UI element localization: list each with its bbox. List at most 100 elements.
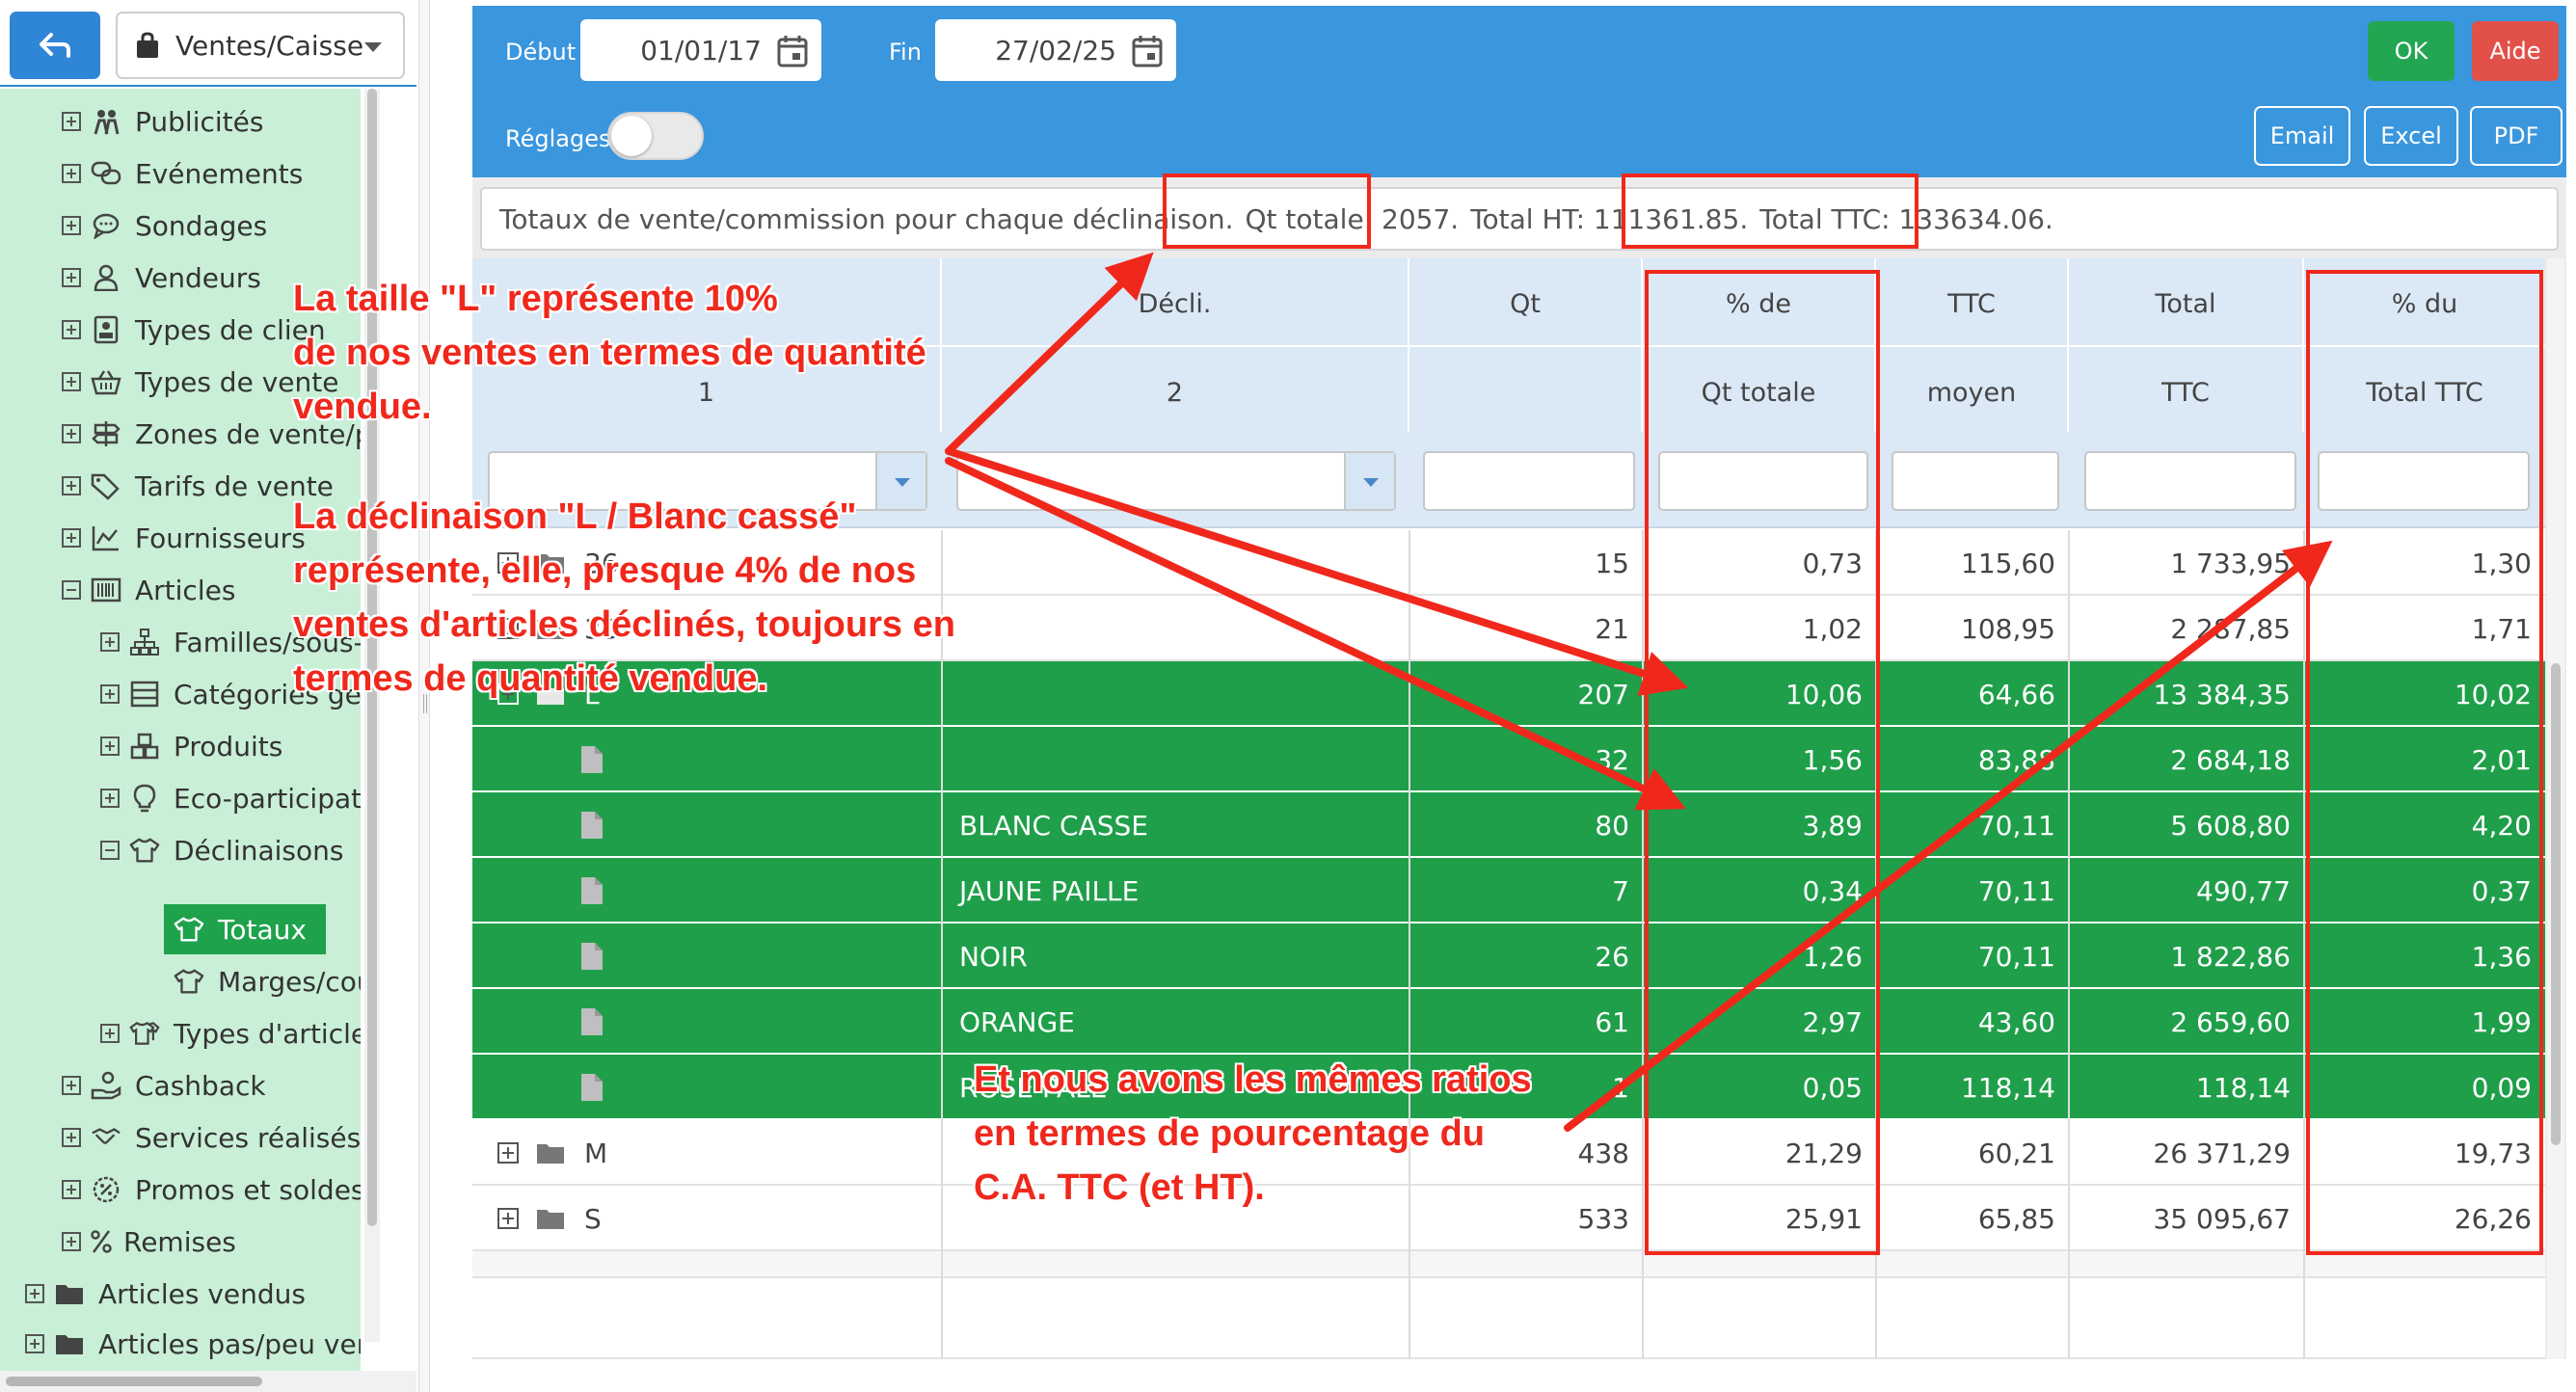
- tree-item-declinaisons[interactable]: Déclinaisons: [100, 825, 343, 875]
- calendar-icon[interactable]: [777, 35, 808, 67]
- tree-item-cashback[interactable]: Cashback: [62, 1060, 266, 1111]
- filter-input-qt[interactable]: [1423, 451, 1635, 511]
- expand-icon[interactable]: [100, 684, 120, 704]
- tree-item-publicites[interactable]: Publicités: [62, 96, 263, 147]
- shopping-bag-icon: [137, 32, 158, 58]
- filter-input-total-ttc[interactable]: [2084, 451, 2296, 511]
- tree-item-remises[interactable]: Remises: [62, 1217, 236, 1267]
- fin-date-input[interactable]: 27/02/25: [935, 19, 1176, 81]
- debut-date-value: 01/01/17: [640, 34, 762, 67]
- tree-item-types-de-client[interactable]: Types de clien: [62, 305, 326, 355]
- expand-icon[interactable]: [100, 1024, 120, 1043]
- tree-item-services-realises[interactable]: Services réalisés: [62, 1112, 361, 1163]
- expand-icon[interactable]: [497, 1142, 519, 1164]
- tree-item-articles-vendus[interactable]: Articles vendus: [25, 1269, 306, 1319]
- column-header-total-ttc[interactable]: Total TTC: [2069, 258, 2304, 432]
- table-row[interactable]: 32 1,56 83,88 2 684,18 2,01: [472, 727, 2545, 792]
- bulb-icon: [129, 783, 160, 814]
- collapse-icon[interactable]: [100, 841, 120, 860]
- tree-item-articles-pas-peu-vendus[interactable]: Articles pas/peu vendu: [25, 1319, 361, 1369]
- scrollbar-thumb[interactable]: [2551, 663, 2561, 1145]
- module-select[interactable]: Ventes/Caisse: [116, 12, 405, 79]
- expand-icon[interactable]: [25, 1334, 44, 1353]
- calendar-icon[interactable]: [1132, 35, 1163, 67]
- expand-icon[interactable]: [62, 216, 81, 235]
- table-row[interactable]: JAUNE PAILLE 7 0,34 70,11 490,77 0,37: [472, 858, 2545, 924]
- expand-icon[interactable]: [100, 736, 120, 756]
- tree-item-label: Sondages: [135, 209, 268, 242]
- filter-input-ttc-moyen[interactable]: [1892, 451, 2059, 511]
- cell-text: M: [584, 1137, 608, 1169]
- pdf-button[interactable]: PDF: [2470, 106, 2563, 166]
- reglages-toggle[interactable]: [607, 112, 704, 160]
- tree-item-sondages[interactable]: Sondages: [62, 201, 267, 251]
- back-button[interactable]: [10, 12, 100, 79]
- expand-icon[interactable]: [62, 528, 81, 548]
- expand-icon[interactable]: [62, 268, 81, 287]
- cell-col1: S: [472, 1186, 942, 1251]
- tree-item-label: Marges/coû: [218, 965, 361, 998]
- tree-item-marges[interactable]: Marges/coû: [174, 956, 361, 1006]
- expand-icon[interactable]: [100, 789, 120, 808]
- expand-icon[interactable]: [62, 476, 81, 495]
- chat-bubbles-icon: [91, 158, 121, 189]
- aide-button[interactable]: Aide: [2472, 21, 2559, 81]
- debut-date-input[interactable]: 01/01/17: [580, 19, 821, 81]
- people-icon: [91, 106, 121, 137]
- column-header-qt[interactable]: Qt: [1409, 258, 1643, 432]
- expand-icon[interactable]: [62, 1232, 81, 1251]
- grid-vertical-scrollbar[interactable]: [2547, 258, 2564, 1359]
- excel-button[interactable]: Excel: [2364, 106, 2458, 166]
- signpost-icon: [91, 418, 121, 449]
- email-button[interactable]: Email: [2254, 106, 2350, 166]
- cell-decli: BLANC CASSE: [959, 809, 1148, 842]
- tree-item-produits[interactable]: Produits: [100, 721, 282, 771]
- toggle-knob: [611, 116, 652, 156]
- table-row[interactable]: ORANGE 61 2,97 43,60 2 659,60 1,99: [472, 989, 2545, 1055]
- file-icon: [581, 812, 603, 839]
- expand-icon[interactable]: [497, 1208, 519, 1229]
- tree-item-vendeurs[interactable]: Vendeurs: [62, 253, 261, 303]
- tree-item-articles[interactable]: Articles: [62, 565, 235, 615]
- collapse-icon[interactable]: [62, 580, 81, 600]
- table-row[interactable]: NOIR 26 1,26 70,11 1 822,86 1,36: [472, 924, 2545, 989]
- column-header-decli[interactable]: Décli. 2: [942, 258, 1409, 432]
- cell-col1: [472, 792, 942, 858]
- tree-item-evenements[interactable]: Evénements: [62, 148, 303, 199]
- toolbar: Début 01/01/17 Fin 27/02/25 OK Aide Régl…: [472, 6, 2566, 177]
- expand-icon[interactable]: [25, 1284, 44, 1303]
- expand-icon[interactable]: [62, 1128, 81, 1147]
- chat-bubble-icon: [91, 210, 121, 241]
- column-header-ttc-moyen[interactable]: TTC moyen: [1876, 258, 2069, 432]
- filter-select-decli[interactable]: [956, 451, 1396, 511]
- expand-icon[interactable]: [62, 424, 81, 443]
- cell-ttc-moyen: 70,11: [1977, 809, 2055, 842]
- scrollbar-thumb[interactable]: [6, 1377, 262, 1386]
- tree-item-types-d-article[interactable]: Types d'article: [100, 1008, 361, 1058]
- tree-item-label: Cashback: [135, 1069, 266, 1102]
- tree-item-label: Déclinaisons: [174, 834, 344, 867]
- expand-icon[interactable]: [62, 372, 81, 391]
- tree-item-promos-et-soldes[interactable]: Promos et soldes: [62, 1164, 361, 1215]
- annotation-line: en termes de pourcentage du: [974, 1113, 1486, 1154]
- tree-item-totaux[interactable]: Totaux: [164, 904, 326, 954]
- grid-spacer: [472, 1251, 2545, 1278]
- tree-item-fournisseurs[interactable]: Fournisseurs: [62, 513, 306, 563]
- tree-item-eco-participation[interactable]: Eco-participatic: [100, 773, 361, 823]
- cell-total-ttc: 118,14: [2196, 1071, 2291, 1104]
- expand-icon[interactable]: [62, 1076, 81, 1095]
- tree-horizontal-scrollbar[interactable]: [0, 1371, 416, 1392]
- ok-button[interactable]: OK: [2368, 21, 2455, 81]
- table-row[interactable]: BLANC CASSE 80 3,89 70,11 5 608,80 4,20: [472, 792, 2545, 858]
- annotation-line: Et nous avons les mêmes ratios: [974, 1059, 1532, 1100]
- expand-icon[interactable]: [100, 632, 120, 652]
- expand-icon[interactable]: [62, 112, 81, 131]
- expand-icon[interactable]: [62, 1180, 81, 1199]
- expand-icon[interactable]: [62, 320, 81, 339]
- cell-col1: [472, 924, 942, 989]
- expand-icon[interactable]: [62, 164, 81, 183]
- totals-prefix: Totaux de vente/commission pour chaque d…: [499, 202, 1234, 235]
- tree-item-label: Promos et soldes: [135, 1173, 361, 1206]
- dropdown-arrow-icon[interactable]: [1344, 453, 1394, 509]
- header-line-2: TTC: [2161, 378, 2210, 408]
